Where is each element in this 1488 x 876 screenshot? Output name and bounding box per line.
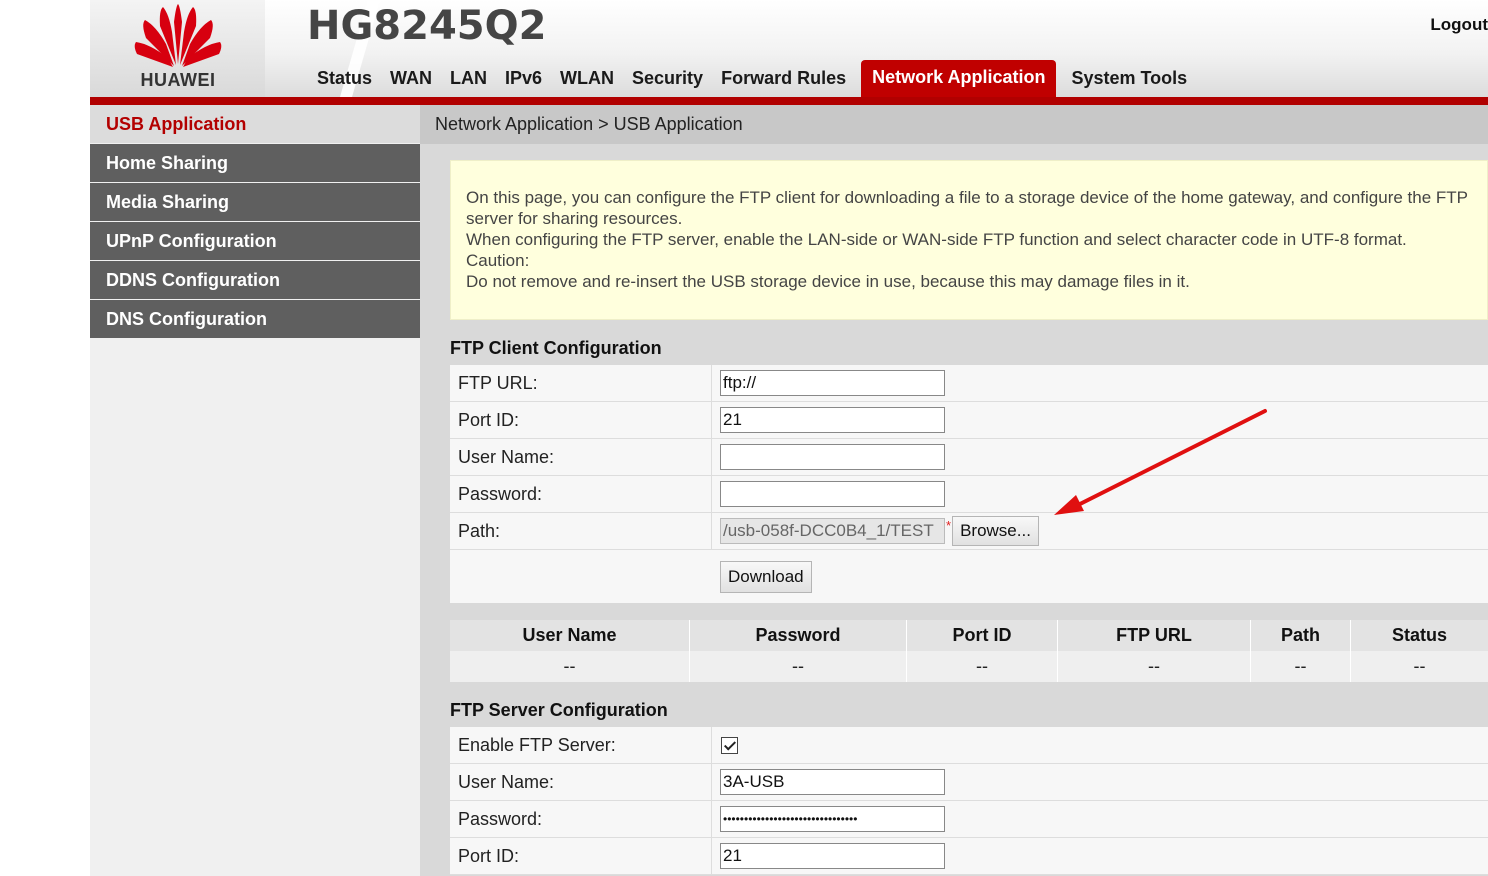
nav-lan[interactable]: LAN [441,60,496,97]
ftp-port-label: Port ID: [450,402,712,438]
column-header-path: Path [1251,620,1351,651]
enable-ftp-row: Enable FTP Server: [450,727,1488,764]
ftp-url-row: FTP URL: [450,365,1488,402]
top-header: HUAWEI HG8245Q2 Logout Status WAN LAN IP… [90,0,1488,97]
ftp-user-label: User Name: [450,439,712,475]
sidebar-item-home-sharing[interactable]: Home Sharing [90,144,420,182]
table-cell: -- [690,651,907,682]
column-header-password: Password [690,620,907,651]
ftp-client-form: FTP URL: Port ID: User Name: Password: P… [450,365,1488,603]
table-cell: -- [1413,656,1426,676]
server-user-label: User Name: [450,764,712,800]
ftp-url-label: FTP URL: [450,365,712,401]
brand-name: HUAWEI [140,70,216,90]
nav-status[interactable]: Status [308,60,381,97]
column-header-status: Status [1391,625,1447,645]
server-password-label: Password: [450,801,712,837]
ftp-password-label: Password: [450,476,712,512]
column-header-port-id: Port ID [907,620,1058,651]
nav-ipv6[interactable]: IPv6 [496,60,551,97]
notice-line: On this page, you can configure the FTP … [466,188,1468,228]
notice-line: Do not remove and re-insert the USB stor… [466,272,1190,291]
ftp-user-row: User Name: [450,439,1488,476]
ftp-password-input[interactable] [720,481,945,507]
ftp-server-form: Enable FTP Server: User Name: Password: … [450,727,1488,875]
nav-system-tools[interactable]: System Tools [1062,60,1196,97]
logo-area: HUAWEI [90,0,265,97]
table-cell: -- [1058,651,1251,682]
sidebar-item-usb-application[interactable]: USB Application [90,105,420,143]
server-user-row: User Name: [450,764,1488,801]
nav-wan[interactable]: WAN [381,60,441,97]
server-password-row: Password: [450,801,1488,838]
download-button[interactable]: Download [720,560,812,593]
enable-ftp-label: Enable FTP Server: [450,727,712,763]
ftp-path-row: Path: * Browse... [450,513,1488,550]
table-cell: -- [450,651,690,682]
header-red-bar [90,97,1488,105]
ftp-url-input[interactable] [720,370,945,396]
server-password-input[interactable] [720,806,945,832]
notice-line: Caution: [466,251,530,270]
ftp-path-input[interactable] [720,518,945,544]
download-row: Download [450,550,1488,603]
ftp-port-row: Port ID: [450,402,1488,439]
table-cell: -- [907,651,1058,682]
server-user-input[interactable] [720,769,945,795]
server-port-row: Port ID: [450,838,1488,875]
logout-link[interactable]: Logout [1430,15,1488,35]
browse-button[interactable]: Browse... [952,516,1039,546]
main-content: Network Application > USB Application On… [420,105,1488,876]
notice-line: When configuring the FTP server, enable … [466,230,1407,249]
ftp-path-label: Path: [450,513,712,549]
sidebar-item-media-sharing[interactable]: Media Sharing [90,183,420,221]
device-model-title: HG8245Q2 [307,3,547,49]
ftp-password-row: Password: [450,476,1488,513]
column-header-ftp-url: FTP URL [1058,620,1251,651]
nav-network-application[interactable]: Network Application [861,60,1057,97]
ftp-user-input[interactable] [720,444,945,470]
nav-wlan[interactable]: WLAN [551,60,623,97]
ftp-client-table-header: User Name Password Port ID FTP URL Path … [450,620,1488,651]
sidebar-item-dns-configuration[interactable]: DNS Configuration [90,300,420,338]
server-port-label: Port ID: [450,838,712,874]
main-nav: Status WAN LAN IPv6 WLAN Security Forwar… [308,60,1196,97]
ftp-server-title: FTP Server Configuration [450,700,668,720]
table-cell: -- [1251,651,1351,682]
info-notice: On this page, you can configure the FTP … [450,160,1488,320]
huawei-logo-icon [134,4,222,67]
sidebar: USB Application Home Sharing Media Shari… [90,105,420,876]
ftp-port-input[interactable] [720,407,945,433]
ftp-client-title: FTP Client Configuration [450,338,662,358]
nav-security[interactable]: Security [623,60,712,97]
enable-ftp-checkbox[interactable] [721,736,738,754]
column-header-user-name: User Name [450,620,690,651]
nav-forward-rules[interactable]: Forward Rules [712,60,855,97]
sidebar-item-ddns-configuration[interactable]: DDNS Configuration [90,261,420,299]
required-mark: * [946,517,952,533]
table-row: -- -- -- -- -- -- [450,651,1488,682]
sidebar-item-upnp-configuration[interactable]: UPnP Configuration [90,222,420,260]
annotation-arrow-icon [1054,409,1267,515]
server-port-input[interactable] [720,843,945,869]
breadcrumb: Network Application > USB Application [420,105,1488,144]
